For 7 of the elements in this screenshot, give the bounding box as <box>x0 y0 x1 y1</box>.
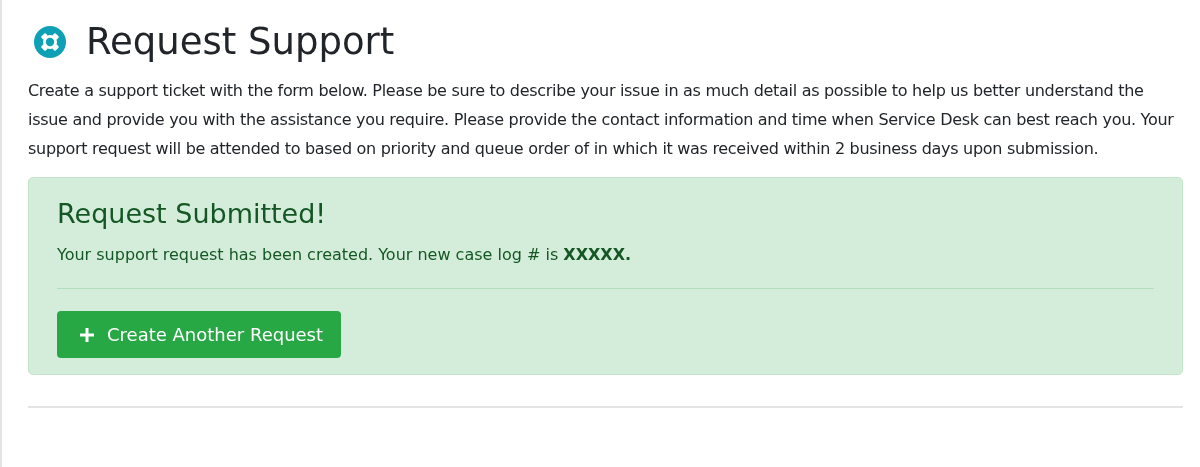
alert-message: Your support request has been created. Your new case log # is XXXXX. <box>57 244 633 266</box>
lifebuoy-icon <box>34 26 66 58</box>
page-title: Request Support <box>86 19 395 65</box>
intro-text: Create a support ticket with the form below. Please be sure to describe your issue in as much detail as possible to help us better understand the issue and provide you with the assistance you require. Please provide the contact information and time when Service Desk can best reach you. Your support request will be attended to based on priority and queue order of in which it was received within 2 business days upon submission. <box>28 80 1175 160</box>
plus-icon <box>79 326 95 343</box>
create-another-request-button[interactable]: Create Another Request <box>57 311 342 358</box>
alert-title: Request Submitted! <box>57 197 328 231</box>
